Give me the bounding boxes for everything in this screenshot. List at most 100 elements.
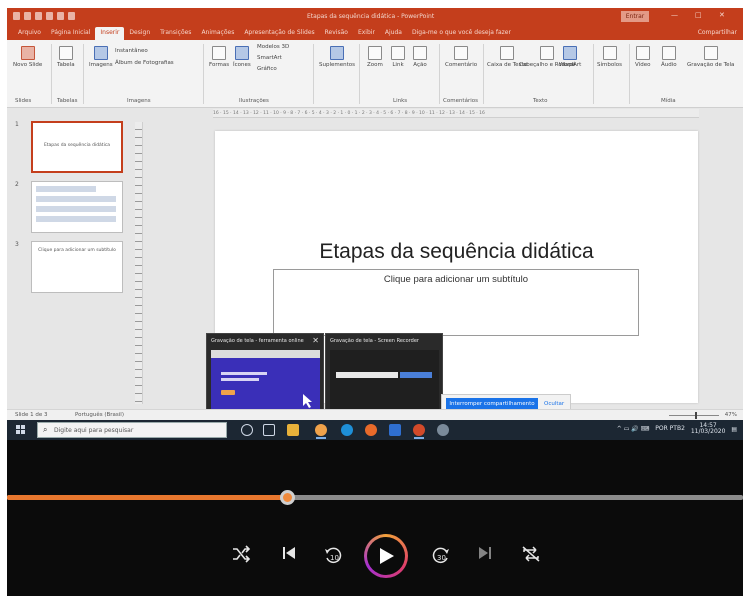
group-illustrations: Ilustrações (239, 98, 269, 104)
shapes-button[interactable]: Formas (209, 46, 229, 68)
video-frame[interactable]: Etapas da sequência didática - PowerPoin… (7, 8, 743, 440)
ribbon-tabs: Arquivo Página Inicial Inserir Design Tr… (7, 26, 743, 40)
tab-animacoes[interactable]: Animações (196, 27, 239, 40)
cortana-icon[interactable] (241, 424, 253, 436)
autosave-icon[interactable] (13, 12, 20, 20)
action-button[interactable]: Ação (413, 46, 427, 68)
video-button[interactable]: Vídeo (635, 46, 651, 68)
tab-design[interactable]: Design (124, 27, 155, 40)
chrome-app-icon[interactable] (315, 424, 327, 439)
models-3d-button[interactable]: Modelos 3D (257, 44, 289, 50)
mail-icon[interactable] (389, 424, 401, 436)
taskbar-language[interactable]: POR PTB2 (655, 426, 685, 432)
skip-next-icon[interactable] (471, 542, 499, 570)
zoom-button[interactable]: Zoom (367, 46, 383, 68)
image-icon (93, 46, 108, 60)
addins-icon (330, 46, 344, 60)
preview-thumbnail (211, 350, 320, 416)
header-footer-icon (540, 46, 555, 60)
new-slide-button[interactable]: Novo Slide (13, 46, 42, 68)
svg-text:30: 30 (437, 554, 446, 562)
images-button[interactable]: Imagens (89, 46, 113, 68)
rewind-10-icon[interactable]: 10 (319, 542, 347, 570)
subtitle-placeholder-text: Clique para adicionar um subtítulo (383, 274, 529, 285)
recorder-icon[interactable] (437, 424, 449, 436)
window-preview-1[interactable]: Gravação de tela - ferramenta online ✕ (206, 333, 324, 419)
new-slide-icon (20, 46, 35, 60)
screenshot-button[interactable]: Instantâneo (115, 48, 148, 54)
screen-recording-button[interactable]: Gravação de Tela (687, 46, 734, 68)
task-view-icon[interactable] (263, 424, 275, 436)
present-icon[interactable] (57, 12, 64, 20)
file-explorer-icon[interactable] (287, 424, 299, 436)
tab-transicoes[interactable]: Transições (155, 27, 196, 40)
comment-icon (454, 46, 469, 60)
firefox-icon[interactable] (365, 424, 377, 436)
seek-bar-thumb[interactable] (279, 490, 295, 505)
shuffle-icon[interactable] (227, 542, 255, 570)
comment-button[interactable]: Comentário (445, 46, 477, 68)
screen-recording-icon (703, 46, 718, 60)
icons-button[interactable]: Ícones (233, 46, 251, 68)
play-button[interactable] (364, 534, 408, 578)
tell-me-search[interactable]: Diga-me o que você deseja fazer (407, 27, 516, 40)
symbols-button[interactable]: Símbolos (597, 46, 622, 68)
slide-thumbnail-2[interactable] (31, 181, 123, 233)
addins-button[interactable]: Suplementos (319, 46, 355, 68)
horizontal-ruler: 16 · 15 · 14 · 13 · 12 · 11 · 10 · 9 · 8… (213, 109, 699, 118)
wordart-button[interactable]: WordArt (559, 46, 581, 68)
close-icon[interactable]: ✕ (312, 336, 319, 345)
close-icon[interactable]: ✕ (719, 11, 725, 19)
zoom-slider[interactable] (669, 415, 719, 416)
undo-icon[interactable] (35, 12, 42, 20)
language-indicator[interactable]: Português (Brasil) (75, 410, 124, 420)
tab-inserir[interactable]: Inserir (95, 27, 125, 40)
tab-pagina-inicial[interactable]: Página Inicial (46, 27, 95, 40)
slide-title[interactable]: Etapas da sequência didática (215, 240, 698, 264)
skip-previous-icon[interactable] (275, 542, 303, 570)
taskbar-clock[interactable]: 14:57 11/03/2020 (691, 423, 726, 435)
notification-icon[interactable]: ▤ (731, 426, 737, 433)
table-button[interactable]: Tabela (57, 46, 75, 68)
maximize-icon[interactable]: □ (695, 11, 702, 19)
speaker-icon (661, 46, 676, 60)
omega-icon (602, 46, 617, 60)
slide-thumbnail-3[interactable]: Clique para adicionar um subtítulo (31, 241, 123, 293)
group-comments: Comentários (443, 98, 478, 104)
taskbar-search-box[interactable]: ⌕ Digite aqui para pesquisar (37, 422, 227, 438)
window-preview-2[interactable]: Gravação de tela - Screen Recorder (325, 333, 443, 419)
zoom-slider-thumb[interactable] (695, 412, 697, 419)
tab-ajuda[interactable]: Ajuda (380, 27, 407, 40)
save-icon[interactable] (24, 12, 31, 20)
video-icon (635, 46, 650, 60)
subtitle-placeholder[interactable]: Clique para adicionar um subtítulo (273, 269, 639, 336)
minimize-icon[interactable]: — (671, 11, 678, 19)
forward-30-icon[interactable]: 30 (427, 542, 455, 570)
smartart-button[interactable]: SmartArt (257, 55, 282, 61)
seek-bar[interactable] (7, 490, 743, 505)
tab-arquivo[interactable]: Arquivo (13, 27, 46, 40)
svg-text:10: 10 (330, 554, 339, 562)
windows-start-icon[interactable] (16, 425, 26, 435)
tab-apresentacao[interactable]: Apresentação de Slides (239, 27, 319, 40)
zoom-level[interactable]: 47% (725, 410, 737, 420)
audio-button[interactable]: Áudio (661, 46, 677, 68)
powerpoint-icon[interactable] (413, 424, 425, 439)
customize-icon[interactable] (68, 12, 75, 20)
tray-icons[interactable]: ^ ▭ 🔊 ⌨ (617, 426, 650, 433)
shapes-icon (212, 46, 227, 60)
slide-thumbnail-1[interactable]: Etapas da sequência didática (31, 121, 123, 173)
edge-icon[interactable] (341, 424, 353, 436)
redo-icon[interactable] (46, 12, 53, 20)
tab-revisao[interactable]: Revisão (320, 27, 353, 40)
link-button[interactable]: Link (391, 46, 405, 68)
repeat-off-icon[interactable] (517, 542, 545, 570)
signin-button[interactable]: Entrar (621, 11, 649, 22)
tab-exibir[interactable]: Exibir (353, 27, 380, 40)
chart-button[interactable]: Gráfico (257, 66, 277, 72)
search-icon: ⌕ (43, 425, 48, 434)
photo-album-button[interactable]: Álbum de Fotografias (115, 60, 174, 66)
windows-taskbar: ⌕ Digite aqui para pesquisar ^ ▭ 🔊 ⌨ POR… (7, 420, 743, 440)
table-icon (58, 46, 73, 60)
share-button[interactable]: Compartilhar (698, 29, 737, 36)
